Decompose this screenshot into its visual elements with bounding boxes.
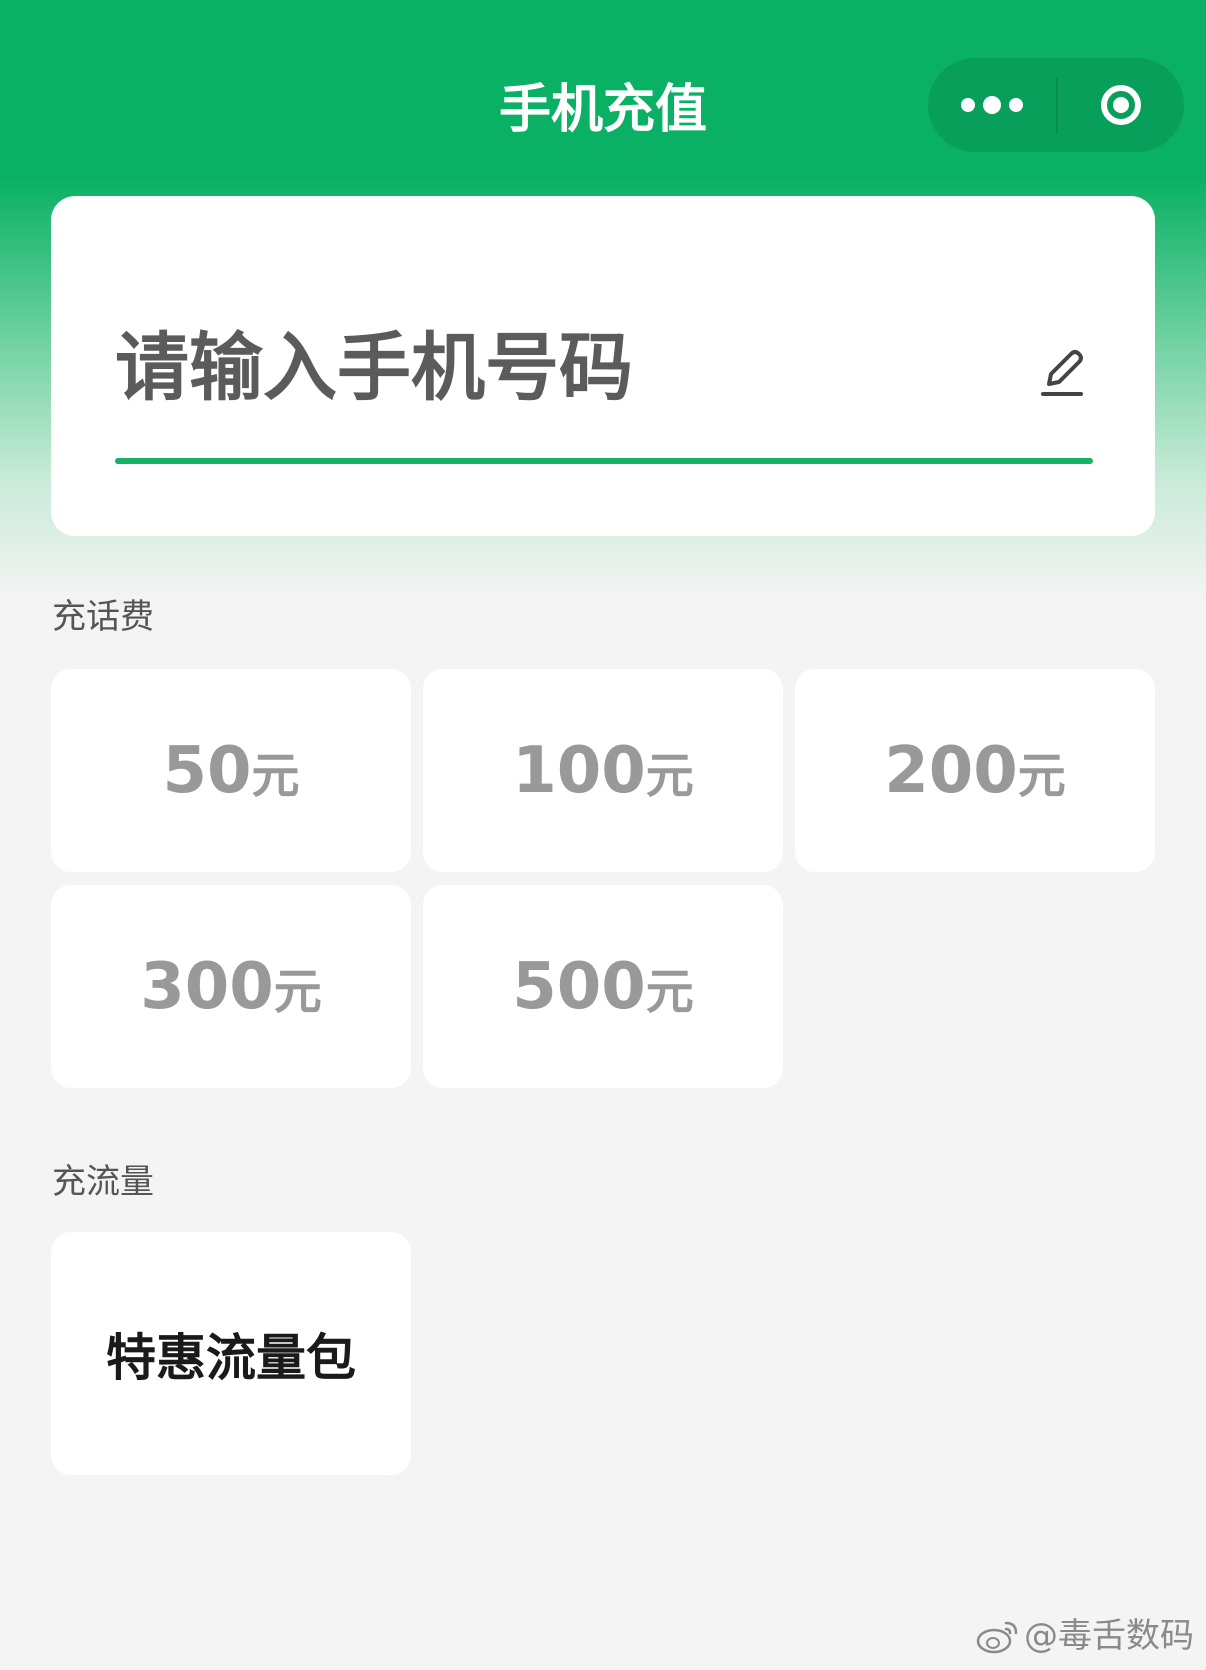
amount-unit: 元 — [645, 963, 694, 1020]
section-label-topup: 充话费 — [52, 597, 154, 637]
amount-option-500[interactable]: 500 元 — [423, 885, 783, 1088]
edit-pencil-icon[interactable] — [1037, 346, 1087, 400]
watermark-text: @毒舌数码 — [1024, 1616, 1194, 1656]
data-package-option[interactable]: 特惠流量包 — [51, 1232, 411, 1475]
phone-number-input[interactable]: 请输入手机号码 — [115, 318, 975, 418]
amount-option-200[interactable]: 200 元 — [795, 669, 1155, 872]
phone-input-card: 请输入手机号码 — [51, 196, 1155, 536]
amount-value: 300 — [140, 949, 274, 1024]
input-underline — [115, 458, 1093, 464]
amount-option-50[interactable]: 50 元 — [51, 669, 411, 872]
amount-unit: 元 — [1017, 747, 1066, 804]
close-button[interactable] — [1058, 58, 1184, 152]
amount-option-300[interactable]: 300 元 — [51, 885, 411, 1088]
target-close-icon — [1101, 85, 1141, 125]
amount-value: 500 — [512, 949, 646, 1024]
more-button[interactable] — [928, 58, 1056, 152]
watermark: @毒舌数码 — [976, 1612, 1194, 1660]
amount-option-100[interactable]: 100 元 — [423, 669, 783, 872]
amount-unit: 元 — [273, 963, 322, 1020]
more-dots-icon — [957, 96, 1027, 114]
amount-value: 200 — [884, 733, 1018, 808]
amount-unit: 元 — [645, 747, 694, 804]
mini-program-capsule — [928, 58, 1184, 152]
amount-unit: 元 — [251, 747, 300, 804]
weibo-icon — [976, 1621, 1018, 1654]
section-label-data: 充流量 — [52, 1162, 154, 1202]
amount-value: 50 — [162, 733, 252, 808]
amount-value: 100 — [512, 733, 646, 808]
